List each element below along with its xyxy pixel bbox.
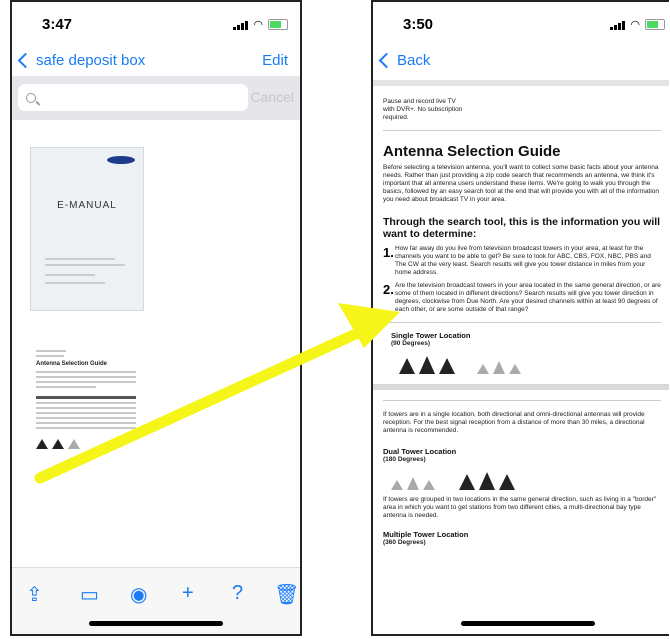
annotation-arrow (34, 303, 400, 484)
arrow-shaft (34, 326, 366, 484)
